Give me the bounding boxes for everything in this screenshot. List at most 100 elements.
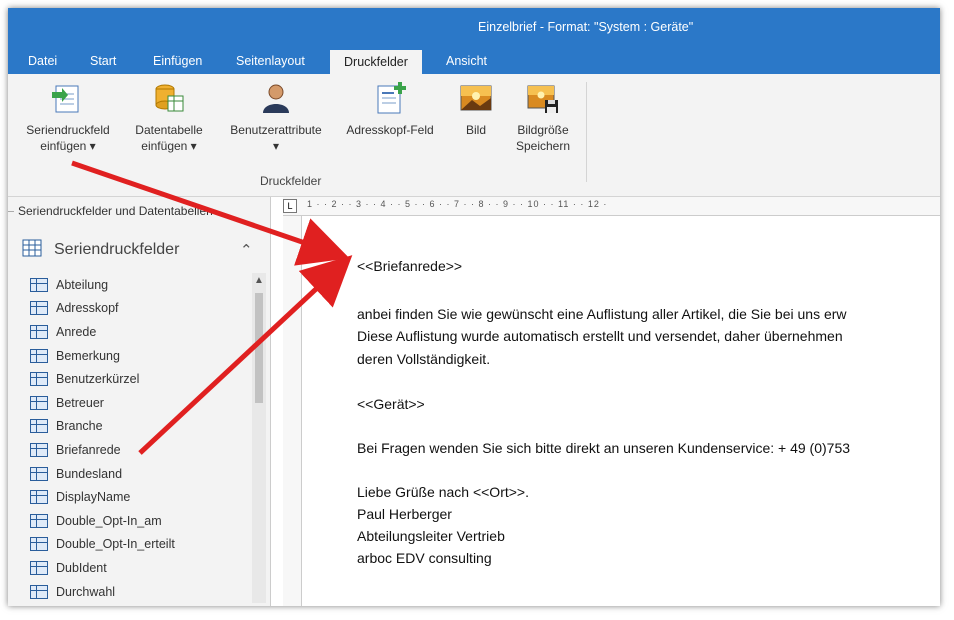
ribbon-tabs: Datei Start Einfügen Seitenlayout Druckf… [8,50,940,74]
field-label: Double_Opt-In_am [56,513,162,528]
list-item[interactable]: DisplayName [30,485,250,509]
tab-ansicht[interactable]: Ansicht [446,54,487,68]
list-item[interactable]: Durchwahl [30,580,250,604]
list-item[interactable]: Benutzerkürzel [30,367,250,391]
field-icon [30,324,48,339]
tab-datei[interactable]: Datei [28,54,57,68]
bildgroesse-speichern-button[interactable]: Bildgröße Speichern [508,82,578,154]
tab-stop-selector[interactable]: L [283,199,297,213]
address-header-icon [374,82,406,114]
window-title: Einzelbrief - Format: "System : Geräte" [478,20,694,34]
field-label: Durchwahl [56,584,116,599]
collapse-chevron-icon[interactable]: ⌃ [240,241,253,259]
field-label: Anrede [56,324,97,339]
field-icon [30,395,48,410]
field-label: Betreuer [56,395,104,410]
tab-druckfelder[interactable]: Druckfelder [330,50,422,74]
bildgroesse-label-1: Bildgröße [517,123,569,137]
doc-line: anbei finden Sie wie gewünscht eine Aufl… [357,306,847,322]
panel-title: Seriendruckfelder und Datentabellen [18,204,213,218]
scrollbar-thumb[interactable] [255,293,263,403]
save-image-icon [527,82,559,114]
field-label: Adresskopf [56,301,119,316]
field-icon [30,466,48,481]
list-scrollbar[interactable]: ▲ [252,273,266,603]
field-icon [30,372,48,387]
field-label: DisplayName [56,490,131,505]
list-item[interactable]: Betreuer [30,391,250,415]
field-label: Double_Opt-In_erteilt [56,537,175,552]
list-item[interactable]: Adresskopf [30,297,250,321]
field-label: Abteilung [56,277,109,292]
field-label: DubIdent [56,560,107,575]
field-label: Bemerkung [56,348,120,363]
doc-line: <<Gerät>> [357,396,425,412]
field-icon [30,537,48,552]
benutzerattribute-label-2: ▾ [272,139,280,153]
application-window: Einzelbrief - Format: "System : Geräte" … [8,8,940,606]
field-icon [30,419,48,434]
list-item[interactable]: Abteilung [30,273,250,297]
datentabelle-label-2: einfügen ▾ [141,139,197,153]
field-icon [30,348,48,363]
section-header-seriendruckfelder[interactable]: Seriendruckfelder [54,241,179,259]
doc-line: arboc EDV consulting [357,550,492,566]
ruler-scale: 1 · · 2 · · 3 · · 4 · · 5 · · 6 · · 7 · … [307,199,608,209]
merge-field-icon [52,82,84,114]
bild-label-1: Bild [465,123,486,137]
seriendruckfeld-label-1: Seriendruckfeld [26,123,110,137]
doc-line: Liebe Grüße nach <<Ort>>. [357,484,529,500]
list-item[interactable]: Anrede [30,320,250,344]
list-item[interactable]: Bundesland [30,462,250,486]
bild-button[interactable]: Bild [448,82,504,138]
seriendruckfeld-label-2: einfügen ▾ [40,139,96,153]
field-icon [30,277,48,292]
merge-fields-panel: Seriendruckfelder und Datentabellen Seri… [8,197,271,606]
datentabelle-einfuegen-button[interactable]: Datentabelle einfügen ▾ [124,82,214,154]
database-table-icon [153,82,185,114]
list-item[interactable]: DubIdent [30,556,250,580]
fields-grid-icon [22,239,42,257]
bildgroesse-label-2: Speichern [515,139,571,153]
field-icon [30,442,48,457]
merge-field-list: Abteilung Adresskopf Anrede Bemerkung Be… [30,273,250,603]
tab-einfuegen[interactable]: Einfügen [153,54,202,68]
field-label: Bundesland [56,466,123,481]
doc-line: Paul Herberger [357,506,452,522]
tab-seitenlayout[interactable]: Seitenlayout [236,54,305,68]
field-label: Briefanrede [56,442,121,457]
field-icon [30,513,48,528]
doc-line: <<Briefanrede>> [357,258,463,274]
document-page[interactable]: <<Briefanrede>> anbei finden Sie wie gew… [302,216,940,606]
title-bar: Einzelbrief - Format: "System : Geräte" [8,8,940,50]
scroll-up-icon[interactable]: ▲ [254,275,264,286]
benutzerattribute-label-1: Benutzerattribute [230,123,322,137]
doc-line: Abteilungsleiter Vertrieb [357,528,505,544]
field-icon [30,560,48,575]
list-item[interactable]: Branche [30,415,250,439]
seriendruckfeld-einfuegen-button[interactable]: Seriendruckfeld einfügen ▾ [18,82,118,154]
doc-line: Bei Fragen wenden Sie sich bitte direkt … [357,440,851,456]
list-item[interactable]: Briefanrede [30,438,250,462]
field-label: Benutzerkürzel [56,372,140,387]
adresskopf-feld-button[interactable]: Adresskopf-Feld [340,82,440,138]
ribbon-group-label: Druckfelder [260,174,322,188]
list-item[interactable]: Double_Opt-In_am [30,509,250,533]
benutzerattribute-button[interactable]: Benutzerattribute ▾ [220,82,332,154]
list-item[interactable]: Bemerkung [30,344,250,368]
user-icon [260,82,292,114]
list-item[interactable]: Double_Opt-In_erteilt [30,533,250,557]
field-label: Branche [56,419,103,434]
doc-line: Diese Auflistung wurde automatisch erste… [357,328,843,344]
field-icon [30,490,48,505]
adresskopf-label-1: Adresskopf-Feld [346,123,434,137]
vertical-ruler [283,216,302,606]
ribbon-group-separator [586,82,587,182]
field-icon [30,301,48,316]
panel-title-rule [8,211,14,212]
doc-line: deren Vollständigkeit. [357,351,491,367]
horizontal-ruler: L 1 · · 2 · · 3 · · 4 · · 5 · · 6 · · 7 … [283,197,940,216]
ribbon: Seriendruckfeld einfügen ▾ Datentabelle … [8,74,940,197]
tab-start[interactable]: Start [90,54,116,68]
image-icon [460,82,492,114]
